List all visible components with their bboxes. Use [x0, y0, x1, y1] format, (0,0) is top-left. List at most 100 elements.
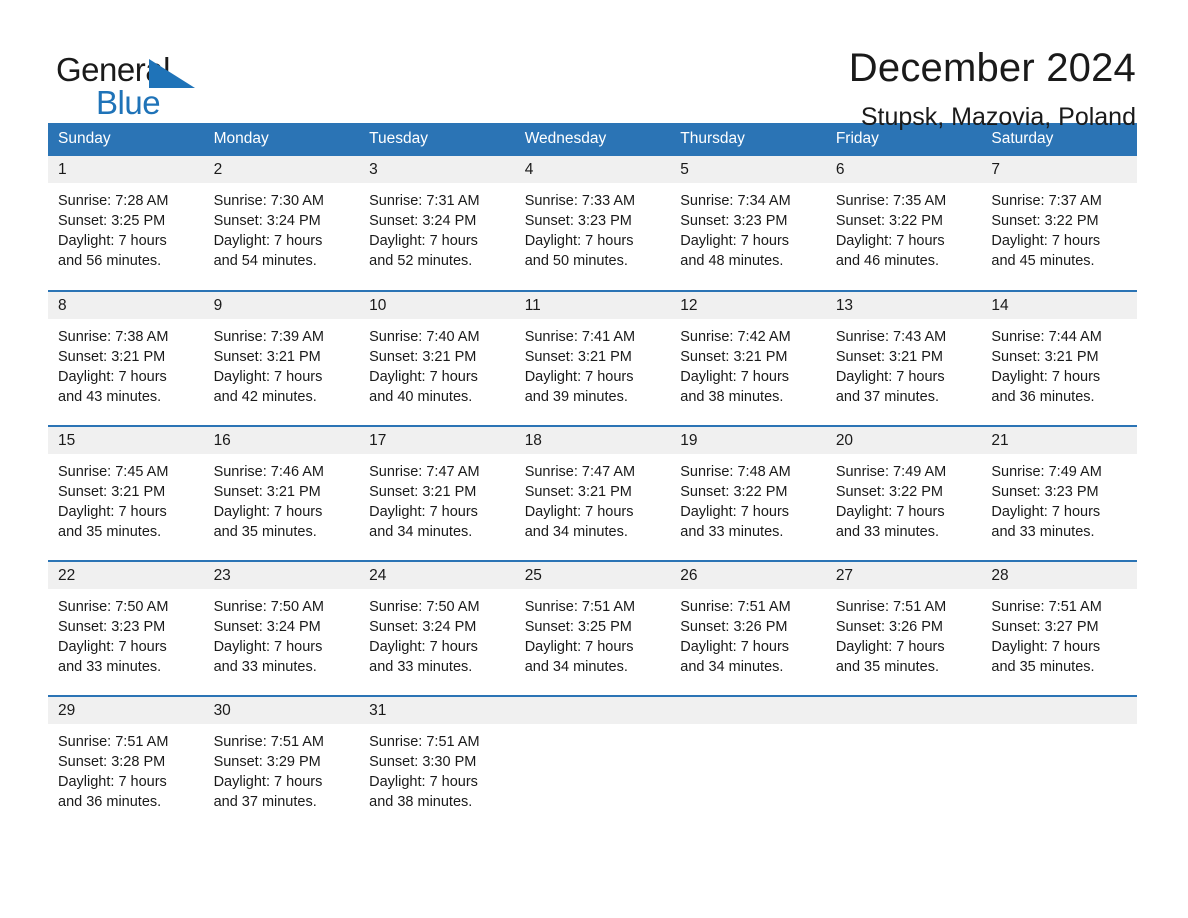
calendar-day-cell[interactable]: 8 Sunrise: 7:38 AM Sunset: 3:21 PM Daylight… — [48, 290, 204, 426]
calendar-day-cell[interactable]: 14 Sunrise: 7:44 AM Sunset: 3:21 PM Dayligh… — [981, 290, 1137, 426]
calendar-day-cell[interactable]: 30 Sunrise: 7:51 AM Sunset: 3:29 PM Dayligh… — [203, 695, 360, 821]
day-sunset-text: Sunset: 3:21 PM — [58, 484, 166, 500]
day-daylight-line-text: Daylight: 7 hours — [835, 639, 945, 655]
day-sunrise-text: Sunrise: 7:40 AM — [369, 329, 480, 345]
day-number: 10 — [359, 292, 515, 319]
day-daylight-line-text: and 35 minutes. — [58, 524, 162, 540]
day-daylight-line-text: Daylight: 7 hours — [58, 504, 167, 520]
day-daylight-line-text: and 45 minutes. — [991, 253, 1095, 269]
day-sunset-text: Sunset: 3:22 PM — [835, 484, 944, 500]
day-number — [825, 697, 982, 724]
day-daylight-line-text: and 36 minutes. — [58, 794, 162, 810]
day-daylight-line-text: Daylight: 7 hours — [369, 369, 478, 385]
calendar-day-cell[interactable]: 18 Sunrise: 7:47 AM Sunset: 3:21 PM Dayligh… — [514, 425, 671, 561]
calendar-day-cell[interactable]: 22 Sunrise: 7:50 AM Sunset: 3:23 PM Dayligh… — [48, 560, 204, 696]
calendar-day-cell[interactable]: 20 Sunrise: 7:49 AM Sunset: 3:22 PM Dayligh… — [825, 425, 982, 561]
calendar-day-cell[interactable]: 27 Sunrise: 7:51 AM Sunset: 3:26 PM Dayligh… — [825, 560, 982, 696]
day-number: 8 — [48, 292, 204, 319]
day-sunset-text: Sunset: 3:21 PM — [369, 484, 477, 500]
day-details: Sunrise: 7:28 AM Sunset: 3:25 PM Daylight:… — [48, 183, 204, 271]
day-details: Sunrise: 7:51 AM Sunset: 3:29 PM Daylight:… — [204, 724, 360, 812]
calendar-day-cell[interactable]: 13 Sunrise: 7:43 AM Sunset: 3:21 PM Dayligh… — [825, 290, 982, 426]
calendar-day-cell[interactable]: 21 Sunrise: 7:49 AM Sunset: 3:23 PM Dayligh… — [981, 425, 1137, 561]
calendar-day-cell[interactable]: 2 Sunrise: 7:30 AM Sunset: 3:24 PM Daylight… — [203, 156, 360, 291]
general-blue-logo[interactable]: General Blue — [56, 45, 216, 119]
day-sunrise-text: Sunrise: 7:33 AM — [524, 193, 636, 209]
day-number: 15 — [48, 427, 204, 454]
calendar-day-cell[interactable]: 11 Sunrise: 7:41 AM Sunset: 3:21 PM Dayligh… — [514, 290, 671, 426]
calendar-day-cell[interactable]: 16 Sunrise: 7:46 AM Sunset: 3:21 PM Dayligh… — [203, 425, 360, 561]
calendar-day-cell[interactable]: 1 Sunrise: 7:28 AM Sunset: 3:25 PM Daylight… — [48, 156, 204, 291]
day-sunset-text: Sunset: 3:21 PM — [369, 349, 477, 365]
weekday-header-monday: Monday — [203, 123, 360, 156]
day-sunset-text: Sunset: 3:30 PM — [369, 754, 477, 770]
day-sunset-text: Sunset: 3:22 PM — [680, 484, 788, 500]
day-daylight-line-text: and 37 minutes. — [835, 389, 939, 405]
day-sunset-text: Sunset: 3:25 PM — [58, 213, 166, 229]
day-details: Sunrise: 7:31 AM Sunset: 3:24 PM Daylight:… — [359, 183, 515, 271]
calendar-day-cell[interactable]: 6 Sunrise: 7:35 AM Sunset: 3:22 PM Daylight… — [825, 156, 982, 291]
calendar-day-cell[interactable]: 7 Sunrise: 7:37 AM Sunset: 3:22 PM Daylight… — [981, 156, 1137, 291]
day-sunset-text: Sunset: 3:27 PM — [991, 619, 1099, 635]
day-number — [670, 697, 826, 724]
day-number: 14 — [981, 292, 1137, 319]
calendar-day-cell[interactable]: 17 Sunrise: 7:47 AM Sunset: 3:21 PM Dayligh… — [359, 425, 515, 561]
day-number: 21 — [981, 427, 1137, 454]
day-daylight-line-text: Daylight: 7 hours — [213, 774, 323, 790]
calendar-day-cell[interactable]: 3 Sunrise: 7:31 AM Sunset: 3:24 PM Daylight… — [359, 156, 515, 291]
day-number: 23 — [203, 562, 360, 589]
day-details: Sunrise: 7:51 AM Sunset: 3:28 PM Daylight:… — [48, 724, 204, 812]
calendar-day-cell[interactable]: 4 Sunrise: 7:33 AM Sunset: 3:23 PM Daylight… — [514, 156, 671, 291]
day-details: Sunrise: 7:51 AM Sunset: 3:26 PM Daylight:… — [670, 589, 826, 677]
calendar-day-cell[interactable]: 25 Sunrise: 7:51 AM Sunset: 3:25 PM Dayligh… — [514, 560, 671, 696]
day-sunrise-text: Sunrise: 7:51 AM — [991, 599, 1102, 615]
calendar-day-cell[interactable]: 24 Sunrise: 7:50 AM Sunset: 3:24 PM Dayligh… — [359, 560, 515, 696]
day-sunrise-text: Sunrise: 7:43 AM — [835, 329, 947, 345]
day-details: Sunrise: 7:38 AM Sunset: 3:21 PM Daylight:… — [48, 319, 204, 407]
day-daylight-line-text: and 48 minutes. — [680, 253, 784, 269]
calendar-week-row: 15 Sunrise: 7:45 AM Sunset: 3:21 PM Dayligh… — [48, 425, 1137, 561]
calendar-day-cell[interactable]: 28 Sunrise: 7:51 AM Sunset: 3:27 PM Dayligh… — [981, 560, 1137, 696]
calendar-week-row: 1 Sunrise: 7:28 AM Sunset: 3:25 PM Daylight… — [48, 156, 1137, 291]
title-block: December 2024 Stupsk, Mazovia, Poland — [849, 45, 1136, 132]
day-daylight-line-text: Daylight: 7 hours — [213, 369, 323, 385]
calendar-day-cell[interactable]: 31 Sunrise: 7:51 AM Sunset: 3:30 PM Dayligh… — [359, 695, 515, 821]
day-sunrise-text: Sunrise: 7:45 AM — [58, 464, 169, 480]
day-sunset-text: Sunset: 3:21 PM — [680, 349, 788, 365]
day-sunrise-text: Sunrise: 7:50 AM — [213, 599, 324, 615]
calendar-day-cell[interactable]: 12 Sunrise: 7:42 AM Sunset: 3:21 PM Dayligh… — [670, 290, 826, 426]
calendar-day-cell[interactable]: 10 Sunrise: 7:40 AM Sunset: 3:21 PM Dayligh… — [359, 290, 515, 426]
calendar-day-cell[interactable]: 15 Sunrise: 7:45 AM Sunset: 3:21 PM Dayligh… — [48, 425, 204, 561]
day-number: 3 — [359, 156, 515, 183]
calendar-day-cell[interactable]: 26 Sunrise: 7:51 AM Sunset: 3:26 PM Dayligh… — [670, 560, 826, 696]
day-daylight-line-text: and 52 minutes. — [369, 253, 473, 269]
day-daylight-line-text: and 39 minutes. — [524, 389, 628, 405]
calendar-day-cell[interactable]: 23 Sunrise: 7:50 AM Sunset: 3:24 PM Dayligh… — [203, 560, 360, 696]
calendar-page: General Blue December 2024 Stupsk, Mazov… — [0, 0, 1188, 918]
day-sunrise-text: Sunrise: 7:51 AM — [524, 599, 636, 615]
day-sunrise-text: Sunrise: 7:46 AM — [213, 464, 324, 480]
day-details: Sunrise: 7:49 AM Sunset: 3:22 PM Daylight:… — [826, 454, 982, 542]
calendar-day-cell[interactable]: 19 Sunrise: 7:48 AM Sunset: 3:22 PM Dayligh… — [670, 425, 826, 561]
day-daylight-line-text: Daylight: 7 hours — [369, 639, 478, 655]
day-daylight-line-text: Daylight: 7 hours — [991, 369, 1101, 385]
day-sunset-text: Sunset: 3:23 PM — [680, 213, 788, 229]
calendar-day-cell[interactable]: 29 Sunrise: 7:51 AM Sunset: 3:28 PM Dayligh… — [48, 695, 204, 821]
day-daylight-line-text: Daylight: 7 hours — [680, 504, 790, 520]
day-daylight-line-text: Daylight: 7 hours — [680, 639, 790, 655]
day-sunrise-text: Sunrise: 7:47 AM — [524, 464, 636, 480]
day-number: 26 — [670, 562, 826, 589]
day-sunrise-text: Sunrise: 7:38 AM — [58, 329, 169, 345]
day-details: Sunrise: 7:46 AM Sunset: 3:21 PM Daylight:… — [204, 454, 360, 542]
calendar-day-cell[interactable]: 5 Sunrise: 7:34 AM Sunset: 3:23 PM Daylight… — [670, 156, 826, 291]
calendar-day-cell[interactable]: 9 Sunrise: 7:39 AM Sunset: 3:21 PM Daylight… — [203, 290, 360, 426]
day-number: 19 — [670, 427, 826, 454]
day-details: Sunrise: 7:45 AM Sunset: 3:21 PM Daylight:… — [48, 454, 204, 542]
day-details: Sunrise: 7:42 AM Sunset: 3:21 PM Daylight:… — [670, 319, 826, 407]
day-daylight-line-text: and 35 minutes. — [991, 659, 1095, 675]
day-sunrise-text: Sunrise: 7:51 AM — [213, 734, 324, 750]
weekday-header-sunday: Sunday — [48, 123, 204, 156]
day-number: 7 — [981, 156, 1137, 183]
day-number: 11 — [514, 292, 671, 319]
day-sunset-text: Sunset: 3:26 PM — [680, 619, 788, 635]
